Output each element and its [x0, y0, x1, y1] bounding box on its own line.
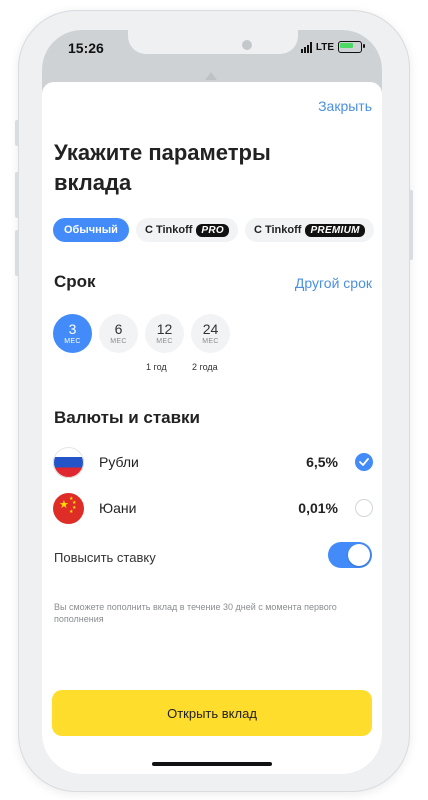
term-unit: МЕС [202, 337, 219, 345]
term-option-24[interactable]: 24 МЕС [191, 314, 230, 353]
term-option-12[interactable]: 12 МЕС [145, 314, 184, 353]
deposit-type-label: С Tinkoff [144, 224, 193, 236]
term-unit: МЕС [156, 337, 173, 345]
power-button [409, 190, 413, 260]
status-time: 15:26 [68, 40, 104, 56]
battery-icon [338, 41, 365, 53]
term-option-3[interactable]: 3 МЕС [53, 314, 92, 353]
notch [128, 30, 298, 54]
currency-name: Юани [99, 500, 137, 516]
deposit-type-premium[interactable]: С Tinkoff PREMIUM [244, 218, 374, 242]
sheet-handle-icon [205, 72, 217, 80]
deposit-note: Вы сможете пополнить вклад в течение 30 … [54, 602, 337, 624]
network-type: LTE [315, 41, 334, 53]
premium-badge: PREMIUM [305, 223, 365, 237]
open-deposit-button[interactable]: Открыть вклад [52, 690, 372, 736]
deposit-type-label: Обычный [64, 224, 118, 236]
currency-row-rub[interactable]: Рубли 6,5% [53, 446, 373, 478]
term-selector: 3 МЕС 6 МЕС 12 МЕС 24 МЕС [53, 314, 230, 353]
russia-flag-icon [53, 446, 84, 478]
currency-checkbox-rub[interactable] [355, 453, 373, 471]
page-title: Укажите параметры вклада [54, 140, 271, 195]
deposit-sheet: Закрыть Укажите параметры вклада Обычный… [42, 82, 382, 774]
term-unit: МЕС [64, 337, 81, 345]
term-value: 6 [114, 320, 123, 337]
mute-switch [15, 120, 19, 146]
term-title: Срок [54, 272, 96, 291]
deposit-type-label: С Tinkoff [253, 224, 302, 236]
status-bar: 15:26 LTE [42, 30, 382, 76]
status-icons: LTE [300, 41, 365, 53]
pro-badge: PRO [196, 223, 229, 237]
deposit-type-pro[interactable]: С Tinkoff PRO [135, 218, 238, 242]
signal-icon [300, 41, 312, 53]
currency-checkbox-cny[interactable] [355, 499, 373, 517]
close-button[interactable]: Закрыть [318, 98, 372, 114]
term-value: 24 [202, 320, 219, 337]
boost-rate-label: Повысить ставку [54, 550, 156, 565]
deposit-type-selector: Обычный С Tinkoff PRO С Tinkoff PREMIUM [53, 218, 374, 242]
term-unit: МЕС [110, 337, 127, 345]
term-hint-1-year: 1 год [146, 362, 167, 372]
camera-icon [242, 40, 252, 50]
term-option-6[interactable]: 6 МЕС [99, 314, 138, 353]
term-hint-2-years: 2 года [192, 362, 218, 372]
currency-rate: 6,5% [306, 454, 338, 470]
currency-name: Рубли [99, 454, 139, 470]
home-indicator [152, 762, 272, 766]
currency-rate: 0,01% [298, 500, 338, 516]
currency-title: Валюты и ставки [54, 408, 201, 427]
checkmark-icon [359, 458, 369, 466]
other-term-link[interactable]: Другой срок [295, 275, 372, 291]
currency-row-cny[interactable]: ★ ★ ★ ★ ★ Юани 0,01% [53, 492, 373, 524]
term-value: 12 [156, 320, 173, 337]
volume-down-button [15, 230, 19, 276]
boost-rate-toggle[interactable] [328, 542, 372, 568]
phone-frame: 15:26 LTE Закрыть Укажите параметры вкла… [15, 10, 413, 792]
deposit-type-regular[interactable]: Обычный [53, 218, 129, 242]
china-flag-icon: ★ ★ ★ ★ ★ [53, 492, 84, 524]
volume-up-button [15, 172, 19, 218]
toggle-knob [348, 544, 370, 566]
phone-screen: 15:26 LTE Закрыть Укажите параметры вкла… [42, 30, 382, 774]
term-value: 3 [68, 320, 77, 337]
